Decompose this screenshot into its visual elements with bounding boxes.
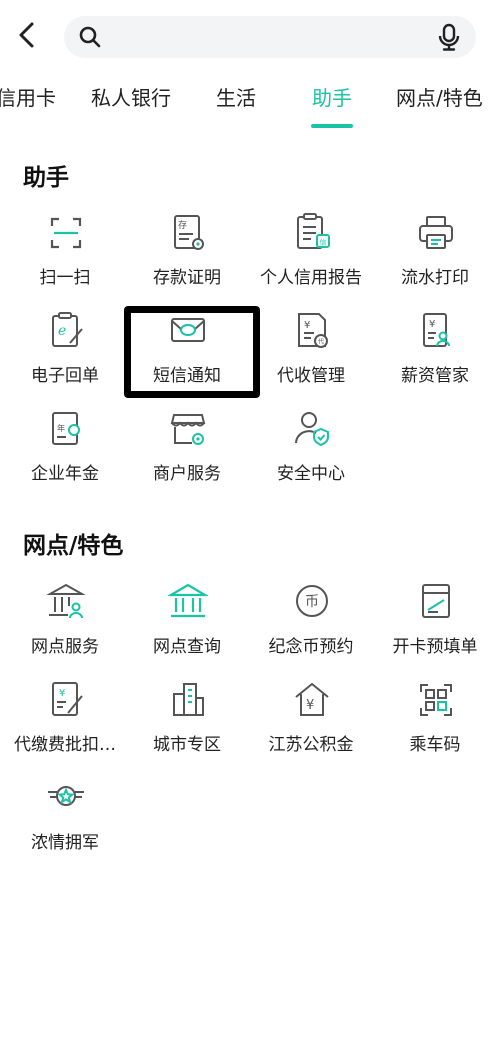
category-tabs: 信用卡 私人银行 生活 助手 网点/特色 — [0, 72, 500, 132]
search-input[interactable] — [64, 16, 476, 58]
grid-item-label: 城市专区 — [153, 735, 221, 755]
grid-item-military-support[interactable]: 浓情拥军 — [4, 778, 126, 868]
grid-item-scan[interactable]: 扫一扫 — [4, 213, 126, 303]
grid-item-label: 流水打印 — [401, 268, 469, 288]
grid-item-branch-search[interactable]: 网点查询 — [126, 582, 248, 672]
tab-life[interactable]: 生活 — [216, 82, 256, 112]
collection-management-icon: ¥ 代 — [292, 311, 332, 351]
merchant-store-icon — [168, 409, 208, 449]
grid-item-deposit-certificate[interactable]: 存 存款证明 — [126, 213, 248, 303]
grid-item-statement-print[interactable]: 流水打印 — [374, 213, 496, 303]
tab-assistant[interactable]: 助手 — [312, 82, 352, 112]
printer-icon — [416, 213, 456, 253]
svg-text:信: 信 — [320, 238, 327, 247]
chevron-left-icon — [19, 22, 34, 48]
grid-item-label: 网点查询 — [153, 637, 221, 657]
grid-item-housing-fund[interactable]: ¥ 江苏公积金 — [250, 680, 372, 770]
grid-item-label: 扫一扫 — [39, 268, 91, 288]
grid-item-security-center[interactable]: 安全中心 — [250, 409, 372, 499]
grid-item-label: 纪念币预约 — [268, 637, 354, 657]
bank-building-icon — [168, 582, 208, 622]
scan-icon — [46, 213, 86, 253]
enterprise-annuity-icon: 年 — [46, 409, 86, 449]
tab-credit-card[interactable]: 信用卡 — [0, 82, 56, 112]
branch-service-icon — [46, 582, 86, 622]
grid-item-ride-code[interactable]: 乘车码 — [374, 680, 496, 770]
microphone-icon[interactable] — [436, 23, 462, 51]
bill-payment-icon: ¥ — [46, 680, 86, 720]
svg-text:年: 年 — [57, 423, 65, 433]
e-receipt-icon: e — [46, 311, 86, 351]
grid-item-merchant-service[interactable]: 商户服务 — [126, 409, 248, 499]
credit-report-icon: 信 — [292, 213, 332, 253]
grid-item-label: 企业年金 — [31, 464, 99, 484]
grid-item-credit-report[interactable]: 信 个人信用报告 — [250, 213, 372, 303]
svg-text:¥: ¥ — [59, 688, 65, 699]
top-bar — [0, 0, 500, 72]
grid-item-label: 乘车码 — [409, 735, 461, 755]
section-title-branch-features: 网点/特色 — [23, 533, 124, 559]
grid-item-city-zone[interactable]: 城市专区 — [126, 680, 248, 770]
city-buildings-icon — [168, 680, 208, 720]
grid-item-label: 网点服务 — [31, 637, 99, 657]
svg-text:¥: ¥ — [306, 698, 314, 713]
active-tab-indicator — [311, 124, 353, 128]
search-icon — [78, 25, 102, 49]
card-form-icon — [416, 582, 456, 622]
coin-icon: 币 — [292, 582, 332, 622]
salary-manager-icon: ¥ — [416, 311, 456, 351]
military-star-icon — [46, 778, 86, 818]
grid-item-e-receipt[interactable]: e 电子回单 — [4, 311, 126, 401]
grid-item-label: 薪资管家 — [401, 366, 469, 386]
grid-item-salary-manager[interactable]: ¥ 薪资管家 — [374, 311, 496, 401]
svg-text:代: 代 — [318, 338, 324, 346]
grid-item-card-prefill[interactable]: 开卡预填单 — [374, 582, 496, 672]
grid-item-label: 代收管理 — [277, 366, 345, 386]
grid-item-enterprise-annuity[interactable]: 年 企业年金 — [4, 409, 126, 499]
tab-private-banking[interactable]: 私人银行 — [91, 82, 171, 112]
security-user-icon — [292, 409, 332, 449]
grid-item-label: 浓情拥军 — [31, 833, 99, 853]
svg-text:¥: ¥ — [304, 320, 310, 331]
grid-item-label: 存款证明 — [153, 268, 221, 288]
grid-item-label: 个人信用报告 — [260, 268, 362, 288]
grid-item-bill-payment[interactable]: ¥ 代缴费批扣… — [4, 680, 126, 770]
grid-item-coin-reservation[interactable]: 币 纪念币预约 — [250, 582, 372, 672]
grid-item-label: 江苏公积金 — [268, 735, 354, 755]
deposit-certificate-icon: 存 — [168, 213, 208, 253]
highlight-box — [124, 306, 260, 398]
grid-item-label: 电子回单 — [31, 366, 99, 386]
svg-text:e: e — [58, 323, 66, 339]
tab-branch-features[interactable]: 网点/特色 — [396, 82, 483, 112]
back-button[interactable] — [10, 18, 44, 52]
grid-item-branch-service[interactable]: 网点服务 — [4, 582, 126, 672]
svg-text:币: 币 — [305, 594, 319, 610]
qr-code-icon — [416, 680, 456, 720]
grid-item-collection-management[interactable]: ¥ 代 代收管理 — [250, 311, 372, 401]
grid-item-label: 商户服务 — [153, 464, 221, 484]
grid-item-label: 开卡预填单 — [392, 637, 478, 657]
housing-fund-icon: ¥ — [292, 680, 332, 720]
svg-text:¥: ¥ — [429, 319, 435, 330]
section-title-assistant: 助手 — [23, 165, 69, 191]
grid-item-label: 安全中心 — [277, 464, 345, 484]
grid-item-label: 代缴费批扣… — [14, 735, 116, 755]
svg-text:存: 存 — [178, 219, 187, 231]
